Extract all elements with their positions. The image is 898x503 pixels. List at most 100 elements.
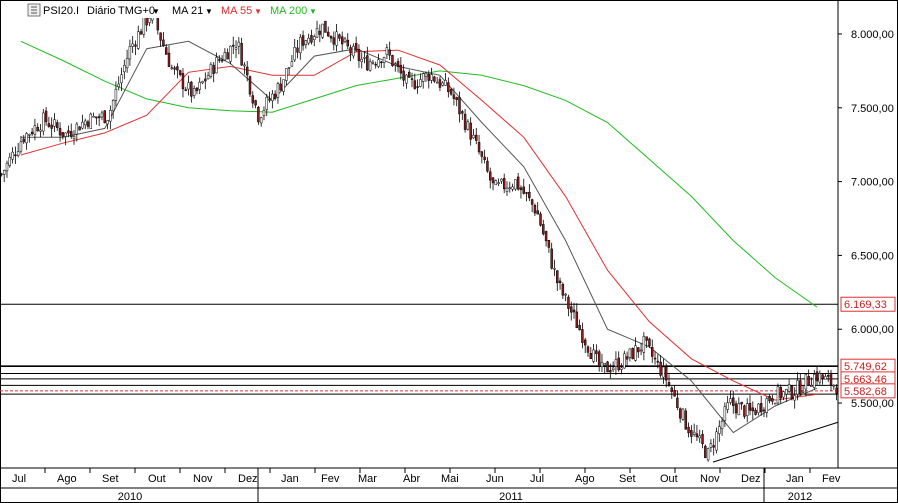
candle-body [494, 180, 498, 186]
candle-body [726, 402, 729, 410]
candle-body [799, 380, 802, 395]
candle-body [201, 81, 204, 84]
candle-body [229, 45, 232, 62]
candle-body [162, 39, 165, 47]
candle-body [625, 356, 629, 360]
candle-body [421, 73, 425, 82]
candle-body [340, 36, 344, 45]
candle-body [178, 70, 182, 75]
chart-settings-icon[interactable] [27, 3, 41, 17]
ma200-legend[interactable]: MA 200 [270, 5, 307, 17]
candle-body [575, 311, 579, 329]
candle-body [39, 129, 42, 132]
x-tick-label-11: Jun [486, 473, 504, 485]
candle-body [463, 113, 467, 130]
candle-body [56, 122, 59, 128]
candle-body [413, 80, 417, 89]
ma55-legend[interactable]: MA 55 [221, 5, 252, 17]
candle-body [184, 89, 187, 91]
candle-body [656, 360, 660, 363]
candle-body [371, 61, 375, 64]
candle-body [44, 110, 48, 123]
year-label-2: 2012 [788, 491, 812, 503]
candle-body [433, 76, 436, 82]
candle-body [265, 97, 268, 110]
candle-body [611, 367, 615, 371]
candle-body [89, 113, 93, 129]
candle-body [324, 20, 327, 33]
candle-body [301, 35, 305, 46]
y-tick-label-2: 7.000,00 [851, 177, 894, 189]
candle-body [455, 97, 458, 101]
candle-body [402, 70, 405, 81]
candle-body [472, 134, 475, 139]
x-tick-label-13: Ago [575, 473, 595, 485]
candle-body [570, 306, 573, 313]
candle-body [170, 67, 174, 69]
candle-body [692, 431, 696, 435]
symbol-dropdown-icon[interactable]: ▼ [152, 7, 160, 16]
symbol-label[interactable]: PSI20.I [43, 5, 79, 17]
candle-body [268, 98, 271, 101]
candle-body [22, 138, 25, 143]
candle-body [0, 173, 3, 176]
timezone-label[interactable]: TMG+0 [118, 5, 155, 17]
x-tick-label-12: Jul [530, 473, 544, 485]
candle-body [424, 72, 428, 77]
candle-body [606, 361, 609, 373]
candle-body [581, 329, 584, 343]
candle-body [103, 110, 106, 124]
candle-body [64, 132, 67, 137]
candle-body [824, 376, 827, 380]
candle-body [670, 387, 674, 392]
ma200-dropdown-icon[interactable]: ▼ [309, 7, 317, 16]
candle-body [304, 40, 308, 45]
candle-body [667, 382, 671, 386]
candle-body [190, 81, 193, 97]
candle-body [111, 100, 115, 112]
candle-body [712, 445, 715, 448]
interval-label[interactable]: Diário [87, 5, 116, 17]
candle-body [466, 121, 470, 130]
ma55-dropdown-icon[interactable]: ▼ [254, 7, 262, 16]
y-axis: 8.000,00 7.500,00 7.000,00 6.500,00 6.000,00… [838, 29, 894, 410]
candle-body [690, 430, 693, 437]
candle-body [72, 136, 76, 139]
candle-body [740, 401, 743, 405]
x-axis: Jul Ago Set Out Nov Dez Jan Fev Mar Abr Mai Jun Jul A… [0, 468, 841, 485]
candle-body [58, 128, 62, 136]
candle-body [248, 76, 252, 95]
candle-body [394, 63, 397, 66]
candle-body [388, 49, 391, 56]
candle-body [544, 231, 548, 242]
candle-body [589, 353, 593, 359]
candle-body [522, 186, 525, 194]
candle-body [156, 16, 160, 31]
candle-body [346, 39, 349, 47]
candle-body [597, 351, 601, 367]
candle-body [8, 156, 12, 166]
candle-body [821, 374, 824, 380]
candle-body [192, 88, 196, 96]
candle-body [218, 59, 221, 61]
candle-body [631, 348, 634, 360]
candle-body [673, 390, 676, 397]
y-tick-label-4: 6.000,00 [851, 324, 894, 336]
candle-body [148, 17, 151, 23]
candle-body [676, 397, 679, 408]
ma21-legend[interactable]: MA 21 [172, 5, 203, 17]
candle-body [564, 293, 567, 296]
candle-body [117, 83, 120, 87]
candle-body [259, 117, 263, 124]
candle-body [525, 192, 528, 194]
y-tick-label-0: 8.000,00 [851, 29, 894, 41]
candle-body [592, 349, 595, 362]
candle-body [19, 141, 23, 152]
candle-body [768, 396, 771, 402]
candle-body [50, 124, 53, 129]
candle-body [382, 57, 386, 64]
candle-body [385, 47, 389, 55]
ma21-dropdown-icon[interactable]: ▼ [205, 7, 213, 16]
candle-body [70, 131, 73, 137]
chart-canvas: 8.000,00 7.500,00 7.000,00 6.500,00 6.000,00… [0, 0, 898, 503]
